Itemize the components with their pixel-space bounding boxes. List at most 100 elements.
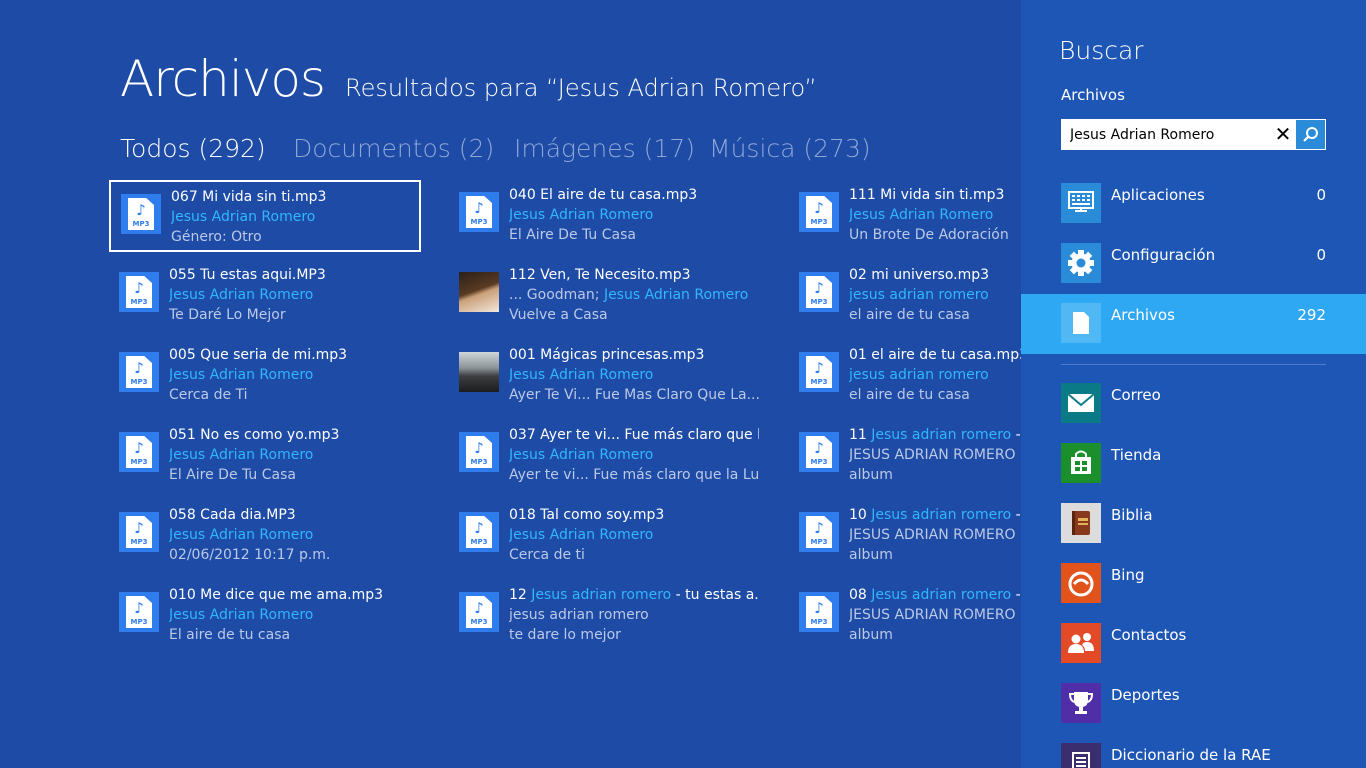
- result-detail: el aire de tu casa: [849, 307, 970, 323]
- search-target-diccionario[interactable]: Diccionario de la RAE: [1021, 734, 1366, 768]
- search-target-label: Aplicaciones: [1111, 186, 1205, 204]
- page-title: Archivos: [120, 50, 326, 108]
- search-target-label: Bing: [1111, 566, 1145, 584]
- search-target-label: Tienda: [1111, 446, 1162, 464]
- result-title: 005 Que seria de mi.mp3: [169, 347, 348, 363]
- result-artist: Jesus Adrian Romero: [509, 367, 654, 383]
- search-target-tienda[interactable]: Tienda: [1021, 434, 1366, 494]
- result-artist: Jesus Adrian Romero: [169, 447, 314, 463]
- result-title: 11 Jesus adrian romero - m: [849, 427, 1021, 443]
- result-tile[interactable]: ♪ MP3 02 mi universo.mp3 jesus adrian rom…: [789, 260, 1021, 332]
- result-artist: Jesus Adrian Romero: [169, 527, 314, 543]
- result-title: 01 el aire de tu casa.mp3: [849, 347, 1021, 363]
- result-detail: te dare lo mejor: [509, 627, 621, 643]
- result-tile[interactable]: 112 Ven, Te Necesito.mp3 ... Goodman; Je…: [449, 260, 761, 332]
- mp3-file-icon: ♪ MP3: [459, 192, 499, 232]
- search-target-label: Configuración: [1111, 246, 1216, 264]
- result-tile[interactable]: ♪MP3 10 Jesus adrian romero - re JESUS A…: [789, 500, 1021, 572]
- result-artist: jesus adrian romero: [509, 607, 649, 623]
- search-charm-panel: Buscar Archivos ✕ Aplicaciones 0 Configu…: [1021, 0, 1366, 768]
- result-tile[interactable]: ♪ MP3 055 Tu estas aqui.MP3 Jesus Adrian …: [109, 260, 421, 332]
- result-title: 02 mi universo.mp3: [849, 267, 990, 283]
- search-target-label: Archivos: [1111, 306, 1175, 324]
- result-title: 12 Jesus adrian romero - tu estas a...: [509, 587, 759, 603]
- charm-title: Buscar: [1059, 36, 1144, 65]
- search-target-count: 0: [1316, 186, 1326, 204]
- search-target-aplicaciones[interactable]: Aplicaciones 0: [1021, 174, 1366, 234]
- result-detail: Cerca de Ti: [169, 387, 248, 403]
- mp3-file-icon: ♪ MP3: [119, 432, 159, 472]
- result-tile[interactable]: ♪ MP3 058 Cada dia.MP3 Jesus Adrian Romer…: [109, 500, 421, 572]
- result-tile[interactable]: ♪ MP3 040 El aire de tu casa.mp3 Jesus Ad…: [449, 180, 761, 252]
- result-detail: Género: Otro: [171, 229, 262, 245]
- search-target-contactos[interactable]: Contactos: [1021, 614, 1366, 674]
- result-tile[interactable]: 001 Mágicas princesas.mp3 Jesus Adrian R…: [449, 340, 761, 412]
- bing-icon: [1061, 563, 1101, 603]
- search-target-archivos[interactable]: Archivos 292: [1021, 294, 1366, 354]
- search-input[interactable]: [1061, 119, 1276, 150]
- result-title: 067 Mi vida sin ti.mp3: [171, 189, 327, 205]
- search-target-bing[interactable]: Bing: [1021, 554, 1366, 614]
- search-target-correo[interactable]: Correo: [1021, 374, 1366, 434]
- result-tile[interactable]: ♪ MP3 005 Que seria de mi.mp3 Jesus Adria…: [109, 340, 421, 412]
- tab-documentos[interactable]: Documentos (2): [293, 134, 494, 163]
- search-box[interactable]: ✕: [1061, 119, 1326, 150]
- tab-musica[interactable]: Música (273): [709, 134, 871, 163]
- result-tile[interactable]: ♪ MP3 111 Mi vida sin ti.mp3 Jesus Adrian…: [789, 180, 1021, 252]
- result-tile[interactable]: ♪MP3 11 Jesus adrian romero - m JESUS AD…: [789, 420, 1021, 492]
- gear-icon: [1061, 243, 1101, 283]
- mp3-file-icon: ♪ MP3: [459, 512, 499, 552]
- result-artist: Jesus Adrian Romero: [169, 367, 314, 383]
- result-tile[interactable]: ♪MP3 08 Jesus adrian romero - c JESUS AD…: [789, 580, 1021, 652]
- result-detail: El Aire De Tu Casa: [169, 467, 296, 483]
- result-artist: jesus adrian romero: [849, 287, 989, 303]
- result-tile[interactable]: ♪ MP3 067 Mi vida sin ti.mp3 Jesus Adrian…: [109, 180, 421, 252]
- search-target-configuracion[interactable]: Configuración 0: [1021, 234, 1366, 294]
- result-tile[interactable]: ♪ MP3 037 Ayer te vi... Fue más claro que…: [449, 420, 761, 492]
- tab-todos[interactable]: Todos (292): [120, 134, 266, 163]
- result-tile[interactable]: ♪ MP3 12 Jesus adrian romero - tu estas a…: [449, 580, 761, 652]
- result-detail: Vuelve a Casa: [509, 307, 608, 323]
- result-detail: El Aire De Tu Casa: [509, 227, 636, 243]
- result-detail: Ayer Te Vi... Fue Mas Claro Que La...: [509, 387, 759, 403]
- mp3-file-icon: ♪ MP3: [119, 272, 159, 312]
- search-icon: [1303, 127, 1318, 142]
- result-artist: Jesus Adrian Romero: [509, 207, 654, 223]
- result-detail: Cerca de ti: [509, 547, 585, 563]
- mail-icon: [1061, 383, 1101, 423]
- result-artist: jesus adrian romero: [849, 367, 989, 383]
- clear-search-button[interactable]: ✕: [1269, 119, 1297, 150]
- mp3-file-icon: ♪ MP3: [119, 592, 159, 632]
- album-art-thumbnail: [459, 272, 499, 312]
- search-target-deportes[interactable]: Deportes: [1021, 674, 1366, 734]
- mp3-file-icon: ♪ MP3: [459, 432, 499, 472]
- result-tile[interactable]: ♪ MP3 010 Me dice que me ama.mp3 Jesus Ad…: [109, 580, 421, 652]
- result-artist: Jesus Adrian Romero: [169, 607, 314, 623]
- mp3-file-icon: ♪ MP3: [799, 192, 839, 232]
- result-tile[interactable]: ♪ MP3 01 el aire de tu casa.mp3 jesus adr…: [789, 340, 1021, 412]
- result-artist: JESUS ADRIAN ROMERO: [849, 447, 1016, 463]
- search-button[interactable]: [1296, 120, 1325, 149]
- mp3-file-icon: ♪ MP3: [799, 432, 839, 472]
- search-target-biblia[interactable]: Biblia: [1021, 494, 1366, 554]
- file-icon: [1061, 303, 1101, 343]
- result-tile[interactable]: ♪ MP3 051 No es como yo.mp3 Jesus Adrian …: [109, 420, 421, 492]
- result-detail: album: [849, 627, 893, 643]
- result-artist: Jesus Adrian Romero: [169, 287, 314, 303]
- result-title: 08 Jesus adrian romero - c: [849, 587, 1021, 603]
- tab-imagenes[interactable]: Imágenes (17): [514, 134, 695, 163]
- result-detail: el aire de tu casa: [849, 387, 970, 403]
- result-title: 037 Ayer te vi... Fue más claro que l...: [509, 427, 759, 443]
- store-icon: [1061, 443, 1101, 483]
- search-scope-label: Archivos: [1061, 86, 1125, 104]
- result-title: 112 Ven, Te Necesito.mp3: [509, 267, 691, 283]
- search-target-count: 292: [1297, 306, 1326, 324]
- search-results-pane: Archivos Resultados para “Jesus Adrian R…: [0, 0, 1021, 768]
- result-artist: Jesus Adrian Romero: [509, 447, 654, 463]
- result-tile[interactable]: ♪ MP3 018 Tal como soy.mp3 Jesus Adrian R…: [449, 500, 761, 572]
- contacts-icon: [1061, 623, 1101, 663]
- result-artist: JESUS ADRIAN ROMERO: [849, 527, 1016, 543]
- result-detail: 02/06/2012 10:17 p.m.: [169, 547, 331, 563]
- close-icon: ✕: [1274, 122, 1292, 146]
- result-detail: Te Daré Lo Mejor: [169, 307, 286, 323]
